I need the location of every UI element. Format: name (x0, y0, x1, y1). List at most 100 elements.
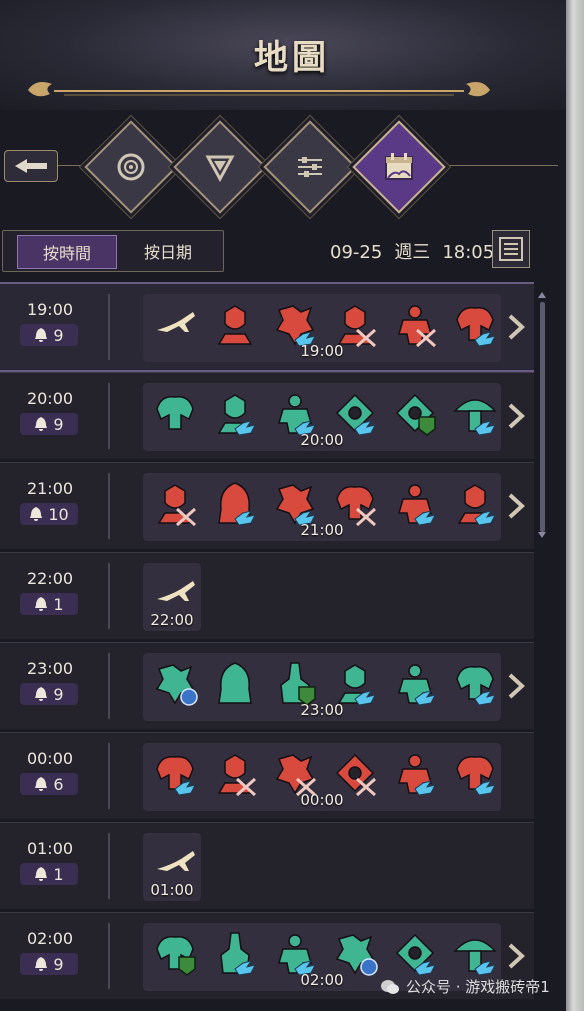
tab-filter[interactable] (173, 120, 267, 214)
green-golem-bird-icon[interactable] (271, 389, 319, 437)
schedule-row[interactable]: 00:00 6 00:00 (0, 732, 534, 819)
red-dragon-x-icon[interactable] (271, 749, 319, 797)
calendar-icon (385, 153, 413, 180)
chevron-right-icon[interactable] (507, 673, 525, 699)
red-beast-bird-icon[interactable] (451, 300, 499, 348)
airship-icon[interactable] (151, 839, 199, 887)
chevron-right-icon[interactable] (507, 314, 525, 340)
red-dragon-bird-icon[interactable] (271, 479, 319, 527)
red-bust-x-icon[interactable] (211, 749, 259, 797)
green-beast-bird-icon[interactable] (451, 659, 499, 707)
bell-icon (35, 777, 48, 791)
red-hood-bird-icon[interactable] (211, 479, 259, 527)
nav-bar (0, 118, 566, 214)
red-golem-bird-icon[interactable] (391, 479, 439, 527)
event-panel[interactable]: 20:00 (143, 383, 501, 451)
green-beast-shield-icon[interactable] (151, 929, 199, 977)
green-bust-bird-icon[interactable] (331, 659, 379, 707)
scrollbar[interactable] (537, 290, 547, 540)
schedule-row[interactable]: 21:00 10 21:00 (0, 462, 534, 549)
green-mushroom-bird-icon[interactable] (451, 389, 499, 437)
schedule-row[interactable]: 23:00 9 23:00 (0, 642, 534, 729)
event-icons (151, 569, 211, 617)
event-panel[interactable]: 01:00 (143, 833, 201, 901)
map-header: 地圖 (0, 0, 584, 110)
green-knight-shield-icon[interactable] (271, 659, 319, 707)
event-count: 9 (53, 414, 64, 434)
green-dragon-orb-icon[interactable] (151, 659, 199, 707)
tab-by-date[interactable]: 按日期 (119, 235, 217, 267)
scroll-thumb[interactable] (540, 302, 545, 532)
event-panel[interactable]: 21:00 (143, 473, 501, 541)
event-count-badge: 10 (20, 503, 78, 525)
green-golem-bird-icon[interactable] (271, 929, 319, 977)
event-panel[interactable]: 22:00 (143, 563, 201, 631)
row-divider (108, 923, 110, 989)
green-beast-icon[interactable] (151, 389, 199, 437)
row-time: 19:00 (26, 300, 74, 319)
chevron-right-icon[interactable] (507, 403, 525, 429)
event-panel[interactable]: 19:00 (143, 294, 501, 362)
event-count-badge: 1 (20, 863, 78, 885)
watermark-text: 公众号 · 游戏搬砖帝1 (406, 978, 550, 996)
green-dragon-orb-icon[interactable] (331, 929, 379, 977)
back-button[interactable] (4, 150, 58, 182)
bell-icon (35, 957, 48, 971)
title-ornament (28, 82, 490, 97)
row-divider (108, 833, 110, 899)
row-divider (108, 563, 110, 629)
row-time: 00:00 (26, 749, 74, 768)
event-count: 9 (53, 325, 64, 345)
red-dragon-bird-icon[interactable] (271, 300, 319, 348)
red-eye-x-icon[interactable] (331, 749, 379, 797)
red-bust-icon[interactable] (211, 300, 259, 348)
bell-icon (30, 507, 43, 521)
green-bust-bird-icon[interactable] (211, 389, 259, 437)
schedule-row[interactable]: 19:00 9 19:00 (0, 282, 534, 372)
event-count: 9 (53, 684, 64, 704)
view-mode-tabs: 按時間 按日期 (0, 228, 240, 272)
red-beast-bird-icon[interactable] (451, 749, 499, 797)
event-count-badge: 6 (20, 773, 78, 795)
airship-icon[interactable] (151, 569, 199, 617)
airship-icon[interactable] (151, 300, 199, 348)
event-icons (151, 300, 511, 348)
chevron-right-icon[interactable] (507, 493, 525, 519)
event-panel[interactable]: 23:00 (143, 653, 501, 721)
green-eye-shield-icon[interactable] (391, 389, 439, 437)
event-count-badge: 9 (20, 324, 78, 346)
compass-icon (117, 153, 145, 181)
green-eye-bird-icon[interactable] (391, 929, 439, 977)
tab-calendar[interactable] (352, 120, 446, 214)
event-count-badge: 9 (20, 953, 78, 975)
event-panel[interactable]: 00:00 (143, 743, 501, 811)
green-golem-bird-icon[interactable] (391, 659, 439, 707)
event-icons (151, 479, 511, 527)
tab-sliders[interactable] (263, 120, 357, 214)
green-knight-bird-icon[interactable] (211, 929, 259, 977)
row-time: 02:00 (26, 929, 74, 948)
tab-compass[interactable] (84, 120, 178, 214)
red-golem-bird-icon[interactable] (391, 749, 439, 797)
schedule-row[interactable]: 20:00 9 20:00 (0, 372, 534, 459)
list-view-button[interactable] (492, 230, 530, 268)
red-bust-x-icon[interactable] (151, 479, 199, 527)
panel-time-label: 19:00 (300, 342, 344, 360)
green-hood-icon[interactable] (211, 659, 259, 707)
schedule-row[interactable]: 01:00 1 01:00 (0, 822, 534, 909)
bell-icon (35, 867, 48, 881)
red-golem-x-icon[interactable] (391, 300, 439, 348)
red-bust-bird-icon[interactable] (451, 479, 499, 527)
schedule-row[interactable]: 22:00 1 22:00 (0, 552, 534, 639)
green-eye-bird-icon[interactable] (331, 389, 379, 437)
panel-time-label: 00:00 (300, 791, 344, 809)
red-beast-x-icon[interactable] (331, 479, 379, 527)
bell-icon (35, 417, 48, 431)
red-beast-bird-icon[interactable] (151, 749, 199, 797)
event-count: 6 (53, 774, 64, 794)
green-mushroom-bird-icon[interactable] (451, 929, 499, 977)
red-bust-x-icon[interactable] (331, 300, 379, 348)
tab-by-time[interactable]: 按時間 (17, 235, 117, 269)
row-divider (108, 473, 110, 539)
chevron-right-icon[interactable] (507, 943, 525, 969)
